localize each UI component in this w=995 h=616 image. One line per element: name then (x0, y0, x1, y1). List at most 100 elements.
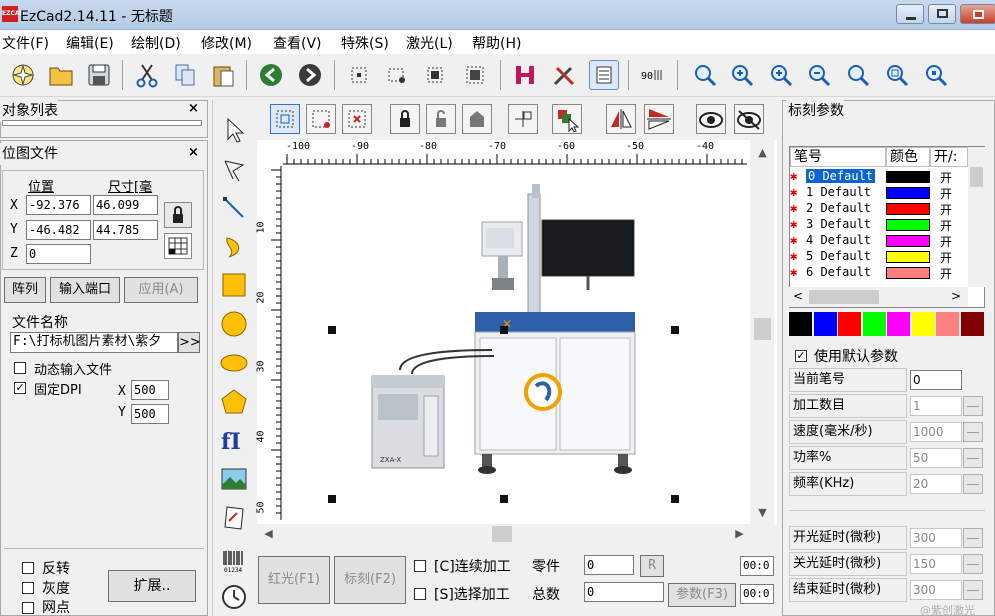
zoom-icon[interactable] (690, 60, 720, 90)
zoom-all-icon[interactable] (882, 60, 912, 90)
apply-button[interactable]: 应用(A) (124, 277, 198, 303)
filename-input[interactable]: F:\打标机图片素材\紫夕 (10, 332, 178, 353)
hatch-icon[interactable] (510, 60, 540, 90)
pos-x-input[interactable]: -92.376 (26, 195, 91, 215)
redo-icon[interactable] (295, 60, 325, 90)
pen-color-swatch[interactable] (886, 251, 930, 263)
delay-input[interactable]: 300 (910, 580, 962, 600)
unlock-all-icon[interactable] (462, 104, 492, 134)
pen-row[interactable]: ✱ 5 Default 开 (790, 249, 968, 265)
spin-button[interactable] (963, 528, 983, 548)
select-group-icon[interactable] (420, 60, 450, 90)
params-button[interactable]: 参数(F3) (668, 583, 736, 607)
palette-swatch[interactable] (960, 312, 984, 336)
pen-row[interactable]: ✱ 2 Default 开 (790, 201, 968, 217)
selection-handle[interactable] (328, 326, 336, 334)
input-port-button[interactable]: 输入端口 (50, 277, 120, 303)
palette-swatch[interactable] (789, 312, 812, 336)
text-tool-icon[interactable]: fI (219, 425, 249, 455)
pen-row[interactable]: ✱ 4 Default 开 (790, 233, 968, 249)
pen-color-swatch[interactable] (886, 187, 930, 199)
pen-header[interactable]: 笔号 (790, 147, 886, 167)
paste-icon[interactable] (208, 60, 238, 90)
zoom-selected-icon[interactable] (921, 60, 951, 90)
scroll-down-icon[interactable]: ▼ (754, 504, 771, 521)
cut-icon[interactable] (132, 60, 162, 90)
mirror-horizontal-icon[interactable] (606, 104, 636, 134)
menu-help[interactable]: 帮助(H) (472, 33, 521, 53)
menu-draw[interactable]: 绘制(D) (131, 33, 181, 53)
dpi-x-input[interactable]: 500 (131, 380, 169, 400)
param-input[interactable]: 0 (910, 370, 962, 390)
red-light-button[interactable]: 红光(F1) (258, 556, 330, 604)
vector-file-icon[interactable] (219, 503, 249, 533)
delay-input[interactable]: 150 (910, 554, 962, 574)
array-button[interactable]: 阵列 (4, 277, 46, 303)
curve-tool-icon[interactable] (219, 232, 249, 262)
maximize-button[interactable] (928, 4, 956, 24)
snap-point-icon[interactable] (342, 104, 372, 134)
palette-swatch[interactable] (911, 312, 935, 336)
spin-button[interactable] (963, 396, 983, 416)
menu-file[interactable]: 文件(F) (2, 33, 49, 53)
bitmap-panel-close-button[interactable]: × (188, 145, 199, 160)
pen-color-swatch[interactable] (886, 203, 930, 215)
reset-count-button[interactable]: R (640, 555, 664, 577)
spin-button[interactable] (963, 580, 983, 600)
expand-button[interactable]: 扩展.. (108, 570, 196, 602)
dither-checkbox[interactable] (22, 602, 34, 614)
snap-object-icon[interactable] (306, 104, 336, 134)
timer-tool-icon[interactable] (219, 582, 249, 612)
onoff-header[interactable]: 开/: (930, 147, 968, 167)
delay-input[interactable]: 300 (910, 528, 962, 548)
selection-handle[interactable] (671, 326, 679, 334)
hscroll-left-icon[interactable]: < (793, 289, 803, 303)
barcode-text-icon[interactable]: 90 (637, 60, 667, 90)
anchor-grid-button[interactable] (164, 233, 192, 259)
hscroll-right-icon[interactable]: > (951, 289, 961, 303)
new-file-icon[interactable] (8, 60, 38, 90)
palette-swatch[interactable] (838, 312, 861, 336)
rectangle-tool-icon[interactable] (219, 270, 249, 300)
scroll-left-icon[interactable]: ◀ (260, 525, 277, 542)
param-input[interactable]: 1000 (910, 422, 962, 442)
bitmap-tool-icon[interactable] (219, 464, 249, 494)
menu-edit[interactable]: 编辑(E) (66, 33, 114, 53)
selection-handle[interactable] (500, 495, 508, 503)
circle-tool-icon[interactable] (219, 309, 249, 339)
use-default-checkbox[interactable]: ✓ (795, 350, 807, 362)
pen-row[interactable]: ✱ 0 Default 开 (790, 169, 968, 185)
canvas-vscroll-thumb[interactable] (754, 318, 771, 340)
select-all-icon[interactable] (460, 60, 490, 90)
close-window-button[interactable] (960, 4, 995, 24)
menu-view[interactable]: 查看(V) (273, 33, 322, 53)
selection-handle[interactable] (500, 326, 508, 334)
object-list-close-button[interactable]: × (188, 101, 199, 116)
list-view-icon[interactable] (589, 60, 619, 90)
menu-modify[interactable]: 修改(M) (201, 33, 252, 53)
place-object-icon[interactable] (508, 104, 538, 134)
hide-icon[interactable] (734, 104, 764, 134)
zoom-out-icon[interactable] (804, 60, 834, 90)
selection-handle[interactable] (671, 495, 679, 503)
continuous-checkbox[interactable] (414, 560, 426, 572)
param-input[interactable]: 20 (910, 474, 962, 494)
browse-button[interactable]: >> (178, 332, 201, 353)
size-h-input[interactable]: 44.785 (93, 220, 158, 240)
lock-ratio-button[interactable] (164, 202, 192, 228)
minimize-button[interactable] (896, 4, 924, 24)
menu-special[interactable]: 特殊(S) (341, 33, 389, 53)
dynamic-file-checkbox[interactable] (14, 362, 26, 374)
menu-laser[interactable]: 激光(L) (406, 33, 453, 53)
param-input[interactable]: 1 (910, 396, 962, 416)
pen-row[interactable]: ✱ 6 Default 开 (790, 265, 968, 281)
mark-button[interactable]: 标刻(F2) (334, 556, 406, 604)
pen-color-swatch[interactable] (886, 219, 930, 231)
palette-swatch[interactable] (887, 312, 910, 336)
spin-button[interactable] (963, 448, 983, 468)
dpi-y-input[interactable]: 500 (131, 404, 169, 424)
save-icon[interactable] (84, 60, 114, 90)
invert-checkbox[interactable] (22, 562, 34, 574)
ellipse-tool-icon[interactable] (219, 348, 249, 378)
pen-list-hscroll[interactable]: < > (789, 287, 968, 307)
